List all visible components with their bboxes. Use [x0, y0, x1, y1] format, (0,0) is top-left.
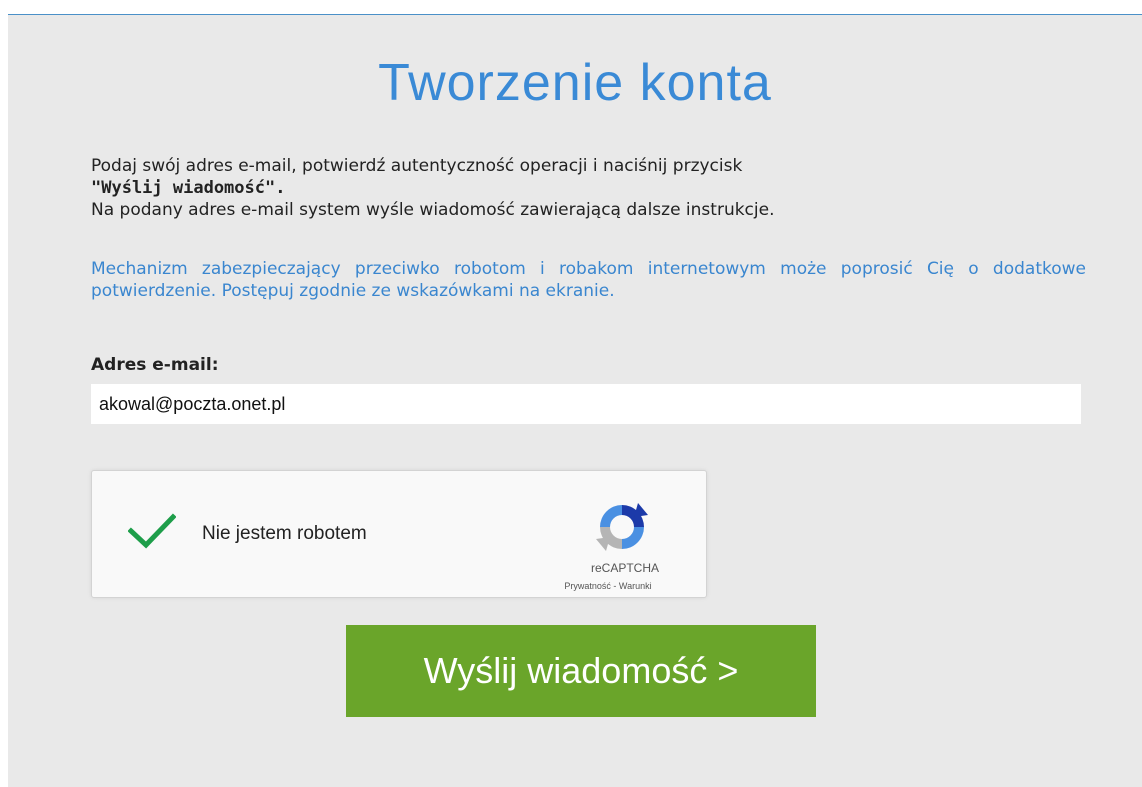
privacy-link[interactable]: Prywatność	[564, 581, 611, 591]
recaptcha-widget: Nie jestem robotem reCAPTCHA Prywatność …	[91, 470, 707, 598]
recaptcha-logo-icon	[596, 503, 648, 551]
form-panel: Tworzenie konta Podaj swój adres e-mail,…	[8, 14, 1142, 787]
email-field[interactable]	[91, 384, 1081, 424]
captcha-label[interactable]: Nie jestem robotem	[202, 523, 367, 545]
intro-line-1: Podaj swój adres e-mail, potwierdź auten…	[91, 156, 743, 176]
page-title: Tworzenie konta	[378, 54, 772, 112]
recaptcha-brand: reCAPTCHA	[590, 561, 659, 575]
intro-line-2: Na podany adres e-mail system wyśle wiad…	[91, 200, 775, 220]
intro-button-ref: "Wyślij wiadomość".	[91, 178, 286, 198]
terms-link[interactable]: Warunki	[619, 581, 652, 591]
recaptcha-links: Prywatność - Warunki	[528, 581, 688, 591]
link-separator: -	[610, 581, 619, 591]
send-message-button[interactable]: Wyślij wiadomość >	[346, 625, 816, 717]
email-label: Adres e-mail:	[91, 355, 219, 375]
checkmark-icon[interactable]	[128, 513, 176, 549]
bot-warning-text: Mechanizm zabezpieczający przeciwko robo…	[91, 259, 1086, 301]
intro-text: Podaj swój adres e-mail, potwierdź auten…	[91, 155, 1086, 221]
